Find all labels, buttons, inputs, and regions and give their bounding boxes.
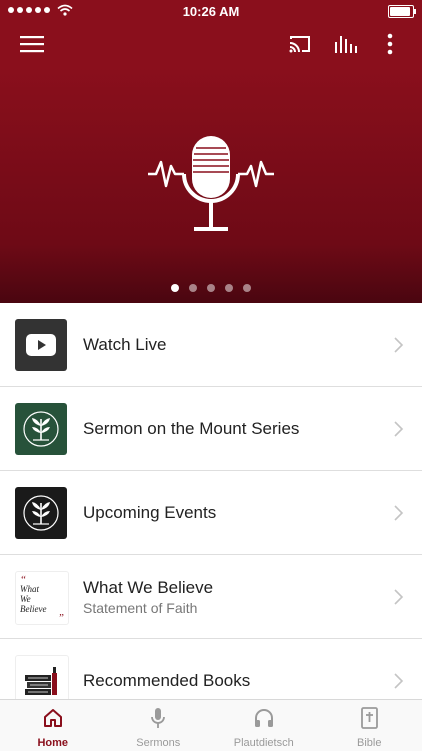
tab-label: Plautdietsch — [234, 737, 294, 749]
audio-levels-icon[interactable] — [326, 22, 366, 66]
status-time: 10:26 AM — [0, 4, 422, 19]
hamburger-menu-icon[interactable] — [10, 22, 54, 66]
thumb-text-line: What — [20, 584, 64, 594]
list-item-title: What We Believe — [83, 578, 213, 598]
hero-banner[interactable] — [0, 66, 422, 303]
tab-home[interactable]: Home — [0, 700, 106, 751]
chevron-right-icon — [390, 420, 406, 438]
books-icon-thumbnail — [15, 655, 69, 699]
app-toolbar — [0, 22, 422, 66]
bible-icon — [358, 707, 380, 734]
battery-icon — [388, 5, 414, 18]
microphone-waveform-icon — [146, 134, 276, 238]
microphone-icon — [147, 707, 169, 734]
list-item[interactable]: Upcoming Events — [0, 471, 422, 555]
headphones-icon — [253, 707, 275, 734]
pager-dot[interactable] — [243, 284, 251, 292]
more-vertical-icon[interactable] — [372, 22, 408, 66]
chevron-right-icon — [390, 336, 406, 354]
tab-label: Home — [37, 737, 68, 749]
tab-sermons[interactable]: Sermons — [106, 700, 212, 751]
carousel-pager[interactable] — [0, 284, 422, 292]
tab-label: Bible — [357, 737, 381, 749]
menu-list: Watch Live Sermon on the Mount Series Upco… — [0, 303, 422, 699]
list-item-title: Sermon on the Mount Series — [83, 419, 299, 439]
list-item-title: Watch Live — [83, 335, 166, 355]
pager-dot[interactable] — [189, 284, 197, 292]
list-item-texts: What We Believe Statement of Faith — [83, 555, 213, 638]
tab-plautdietsch[interactable]: Plautdietsch — [211, 700, 317, 751]
list-item-texts: Sermon on the Mount Series — [83, 387, 299, 470]
thumb-text-line: We — [20, 594, 64, 604]
list-item-texts: Recommended Books — [83, 639, 250, 699]
list-item-title: Recommended Books — [83, 671, 250, 691]
list-item[interactable]: Recommended Books — [0, 639, 422, 699]
chevron-right-icon — [390, 504, 406, 522]
list-item-subtitle: Statement of Faith — [83, 600, 213, 616]
cast-icon[interactable] — [280, 22, 320, 66]
youtube-play-icon-thumbnail — [15, 319, 67, 371]
list-item-texts: Upcoming Events — [83, 471, 216, 554]
sprout-seal-icon-thumbnail — [15, 403, 67, 455]
tab-bible[interactable]: Bible — [317, 700, 422, 751]
list-item-title: Upcoming Events — [83, 503, 216, 523]
list-item[interactable]: “WhatWeBelieve” What We Believe Statement … — [0, 555, 422, 639]
list-item[interactable]: Sermon on the Mount Series — [0, 387, 422, 471]
list-item[interactable]: Watch Live — [0, 303, 422, 387]
sprout-seal-icon-thumbnail — [15, 487, 67, 539]
pager-dot[interactable] — [171, 284, 179, 292]
list-item-texts: Watch Live — [83, 303, 166, 386]
home-icon — [42, 707, 64, 734]
chevron-right-icon — [390, 672, 406, 690]
pager-dot[interactable] — [207, 284, 215, 292]
tab-bar: Home Sermons Plautdietsch Bible — [0, 699, 422, 751]
what-we-believe-text-thumbnail: “WhatWeBelieve” — [15, 571, 69, 625]
status-bar: 10:26 AM — [0, 0, 422, 22]
tab-label: Sermons — [136, 737, 180, 749]
pager-dot[interactable] — [225, 284, 233, 292]
chevron-right-icon — [390, 588, 406, 606]
